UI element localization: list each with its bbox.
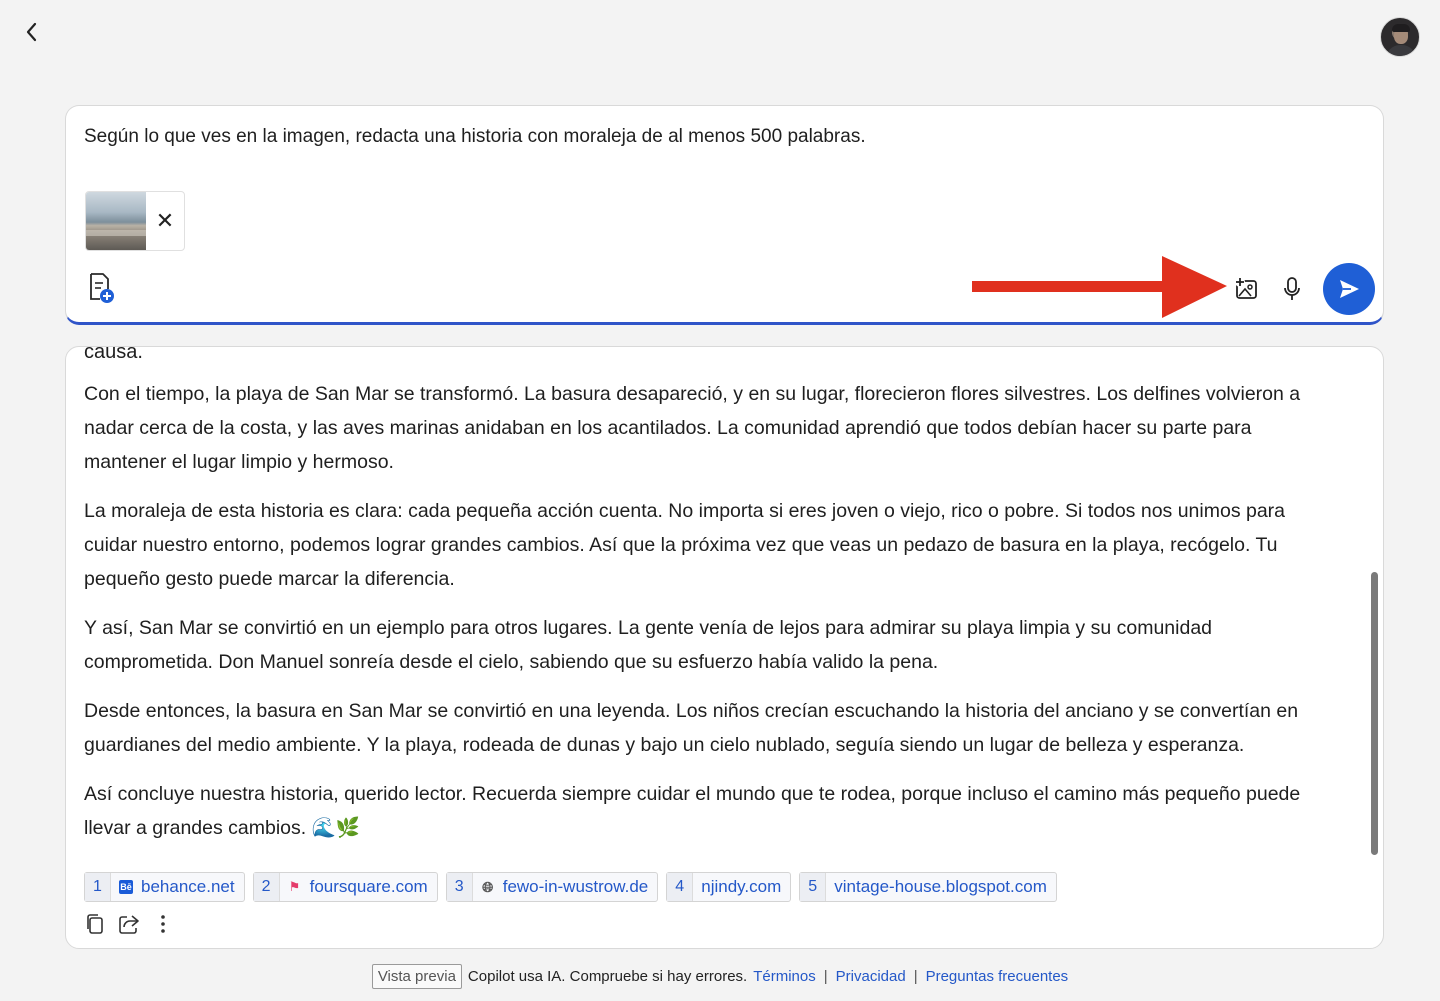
footer-separator: | <box>823 968 828 985</box>
send-icon <box>1340 280 1359 298</box>
response-panel: causa. Con el tiempo, la playa de San Ma… <box>65 346 1384 949</box>
image-add-icon <box>1235 277 1257 299</box>
citation-label: vintage-house.blogspot.com <box>834 877 1047 896</box>
copy-button[interactable] <box>84 912 106 936</box>
avatar-hair <box>1392 24 1410 32</box>
citation-link[interactable]: 4 njindy.com <box>666 872 792 902</box>
microphone-button[interactable] <box>1276 273 1308 305</box>
copy-icon <box>87 914 103 934</box>
annotation-arrow-icon <box>972 256 1227 318</box>
foursquare-icon: ⚑ <box>288 879 301 894</box>
back-button[interactable] <box>16 16 48 48</box>
answer-paragraph: Y así, San Mar se convirtió en un ejempl… <box>84 617 1213 673</box>
send-button[interactable] <box>1323 263 1375 315</box>
truncated-text: causa. <box>84 346 143 363</box>
citation-number: 3 <box>446 873 473 901</box>
citation-number: 2 <box>253 873 280 901</box>
citation-link[interactable]: 2 ⚑ foursquare.com <box>252 872 438 902</box>
terms-link[interactable]: Términos <box>753 968 816 985</box>
message-actions <box>84 912 174 936</box>
add-image-button[interactable] <box>1231 273 1263 305</box>
footer: Vista previa Copilot usa IA. Compruebe s… <box>0 964 1440 989</box>
citation-number: 4 <box>667 873 694 901</box>
microphone-icon <box>1284 277 1300 300</box>
citation-number: 1 <box>85 873 111 901</box>
chevron-left-icon <box>26 22 37 42</box>
share-button[interactable] <box>118 912 140 936</box>
remove-attachment-button[interactable]: ✕ <box>146 192 184 250</box>
composer: Según lo que ves en la imagen, redacta u… <box>65 105 1384 325</box>
citation-link[interactable]: 1 Bē behance.net <box>84 872 245 902</box>
citation-list: 1 Bē behance.net 2 ⚑ foursquare.com 3 🌐︎… <box>84 872 1057 902</box>
preview-badge: Vista previa <box>371 964 462 989</box>
citation-link[interactable]: 3 🌐︎ fewo-in-wustrow.de <box>445 872 659 902</box>
answer-paragraph: La moraleja de esta historia es clara: c… <box>84 500 1286 590</box>
more-options-button[interactable] <box>152 912 174 936</box>
answer-paragraph: Desde entonces, la basura en San Mar se … <box>84 700 1299 756</box>
answer-paragraph: Así concluye nuestra historia, querido l… <box>84 783 1301 839</box>
citation-label: njindy.com <box>701 877 782 896</box>
citation-label: behance.net <box>141 877 235 896</box>
more-vertical-icon <box>161 915 165 933</box>
faq-link[interactable]: Preguntas frecuentes <box>926 968 1069 985</box>
new-document-button[interactable] <box>85 271 117 305</box>
share-icon <box>119 915 139 934</box>
attachment-thumbnail[interactable] <box>86 192 146 250</box>
scrollbar-thumb[interactable] <box>1371 572 1378 855</box>
answer-paragraph: Con el tiempo, la playa de San Mar se tr… <box>84 383 1301 473</box>
globe-icon: 🌐︎ <box>482 878 494 895</box>
privacy-link[interactable]: Privacidad <box>836 968 906 985</box>
citation-number: 5 <box>800 873 827 901</box>
footer-separator: | <box>913 968 918 985</box>
answer-body: Con el tiempo, la playa de San Mar se tr… <box>84 377 1334 860</box>
document-add-icon <box>90 273 114 303</box>
behance-icon: Bē <box>119 880 133 894</box>
avatar-body <box>1386 45 1416 56</box>
citation-label: fewo-in-wustrow.de <box>502 877 649 896</box>
citation-label: foursquare.com <box>309 877 428 896</box>
user-avatar[interactable] <box>1380 17 1420 57</box>
prompt-input[interactable]: Según lo que ves en la imagen, redacta u… <box>84 126 866 148</box>
ai-notice: Copilot usa IA. Compruebe si hay errores… <box>467 968 748 985</box>
image-attachment: ✕ <box>85 191 185 251</box>
citation-link[interactable]: 5 vintage-house.blogspot.com <box>799 872 1057 902</box>
